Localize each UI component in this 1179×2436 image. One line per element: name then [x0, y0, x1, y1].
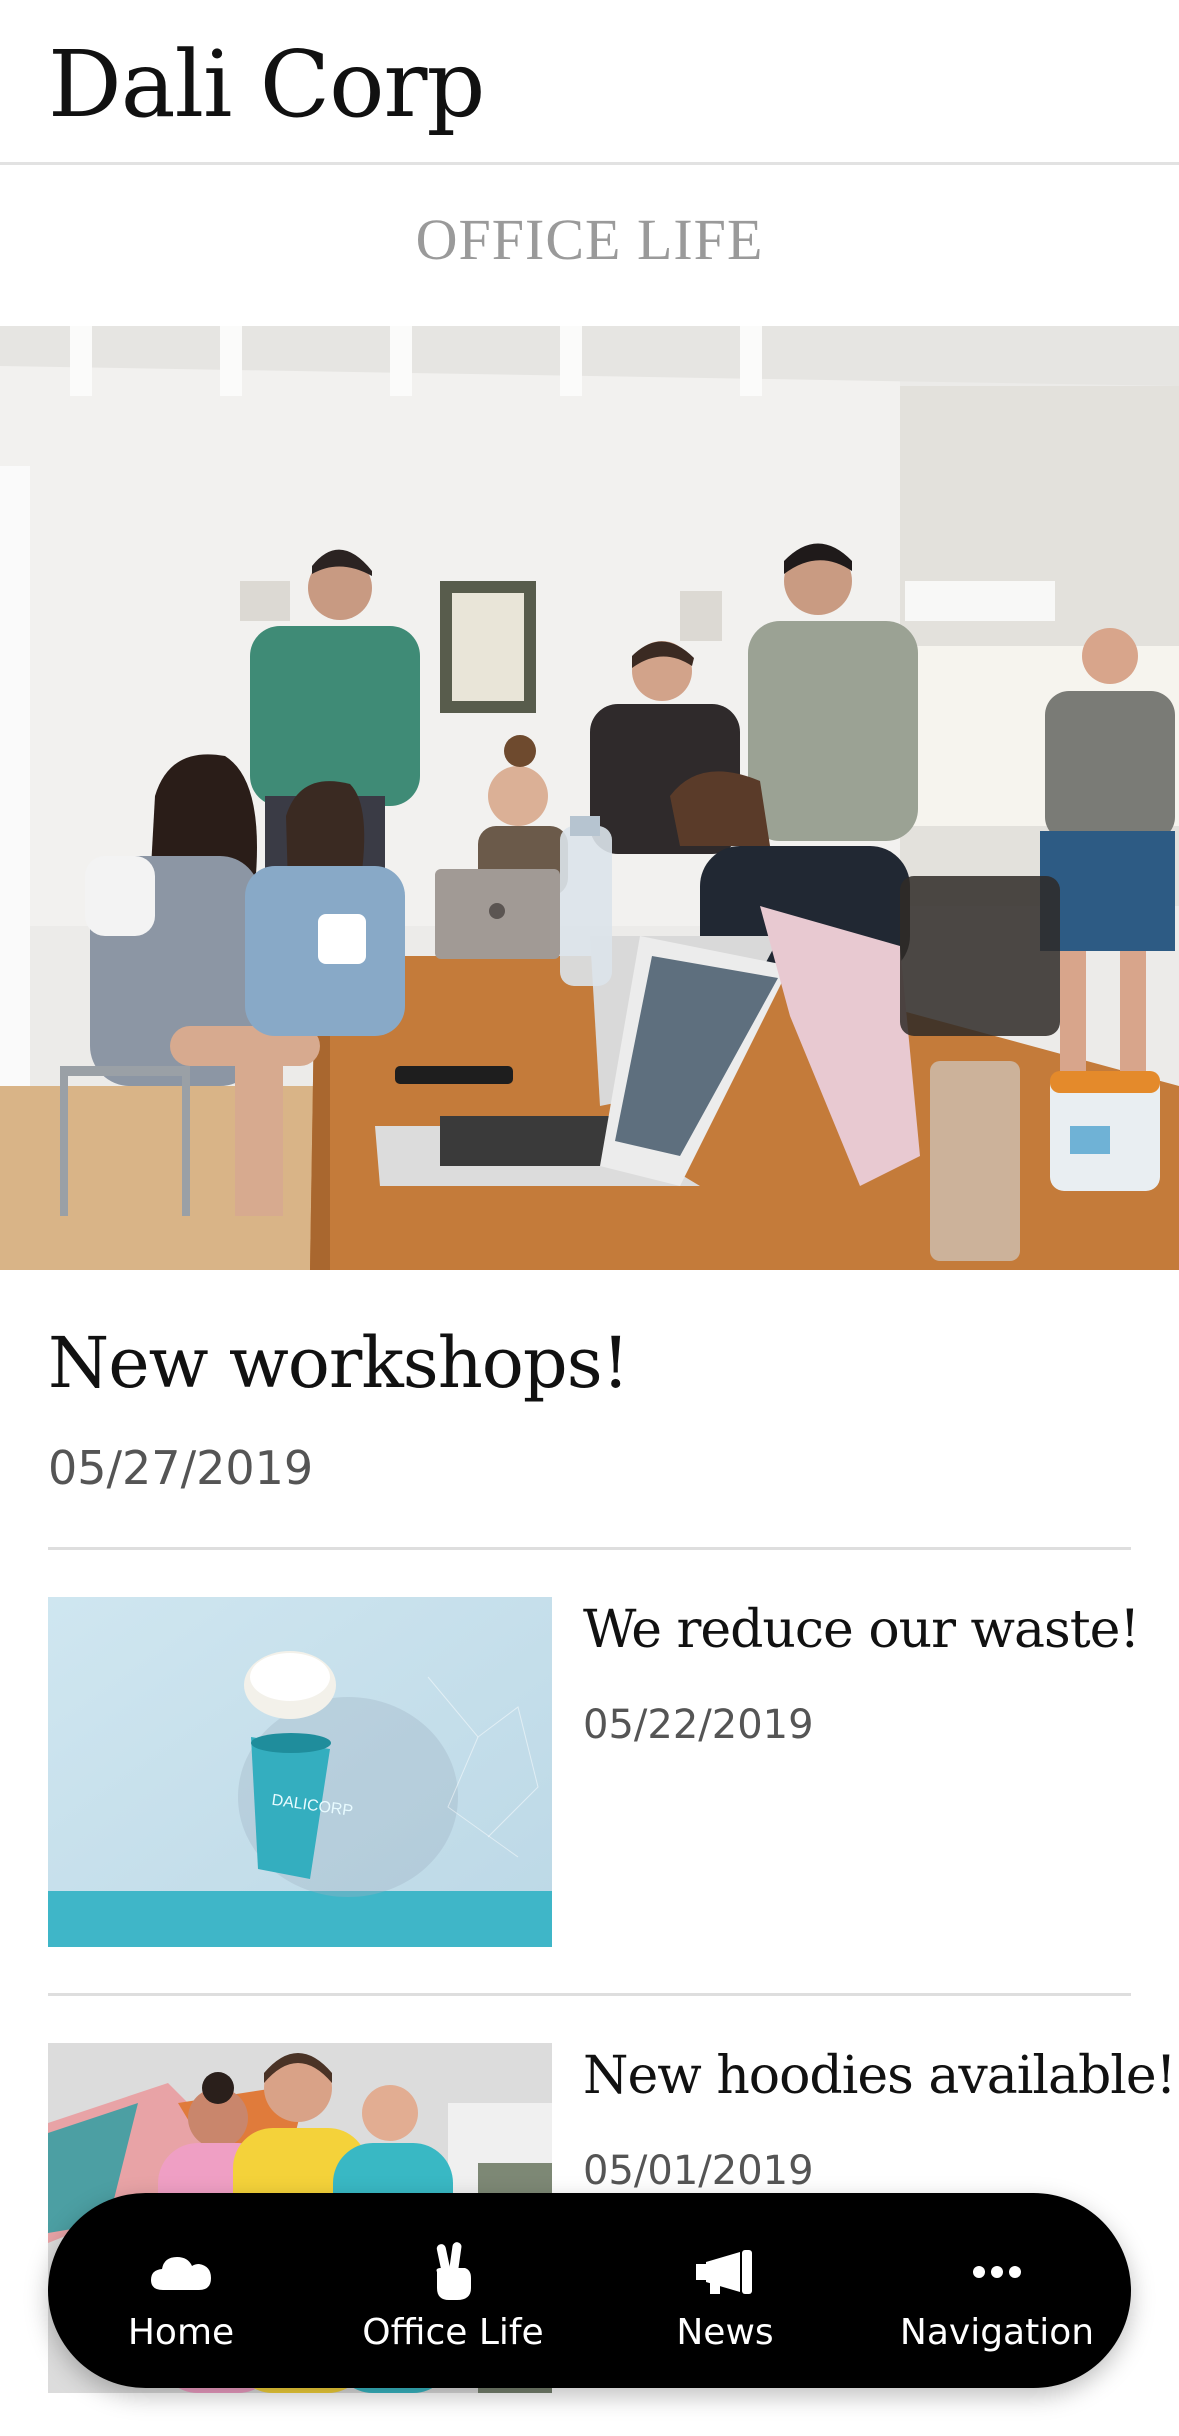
tab-office-life[interactable]: Office Life: [328, 2193, 578, 2388]
tab-home[interactable]: Home: [56, 2193, 306, 2388]
tab-navigation[interactable]: Navigation: [872, 2193, 1122, 2388]
article-date: 05/01/2019: [583, 2148, 814, 2194]
tab-navigation-label: Navigation: [899, 2312, 1095, 2353]
tab-office-life-label: Office Life: [362, 2312, 544, 2353]
section-title: OFFICE LIFE: [415, 207, 764, 272]
cloud-icon: [56, 2245, 306, 2299]
divider: [48, 1547, 1131, 1550]
coffee-cup-image: DALICORP: [48, 1597, 552, 1947]
office-meeting-photo: [0, 326, 1179, 1270]
featured-article-image[interactable]: [0, 326, 1179, 1270]
megaphone-icon: [600, 2245, 850, 2299]
peace-hand-icon: [328, 2242, 578, 2300]
featured-article-date: 05/27/2019: [48, 1441, 314, 1495]
tab-news[interactable]: News: [600, 2193, 850, 2388]
app-header: Dali Corp: [0, 0, 1179, 165]
article-title[interactable]: New hoodies available!: [583, 2044, 1177, 2108]
divider: [48, 1993, 1131, 1996]
article-date: 05/22/2019: [583, 1702, 814, 1748]
app-title: Dali Corp: [48, 31, 485, 138]
featured-article-title[interactable]: New workshops!: [48, 1320, 630, 1406]
tab-home-label: Home: [127, 2312, 235, 2353]
article-title[interactable]: We reduce our waste!: [583, 1598, 1163, 1662]
article-thumbnail[interactable]: DALICORP: [48, 1597, 552, 1947]
more-dots-icon: [872, 2245, 1122, 2299]
tab-news-label: News: [676, 2312, 774, 2353]
bottom-tab-bar: Home Office Life News Navigation: [48, 2193, 1131, 2388]
